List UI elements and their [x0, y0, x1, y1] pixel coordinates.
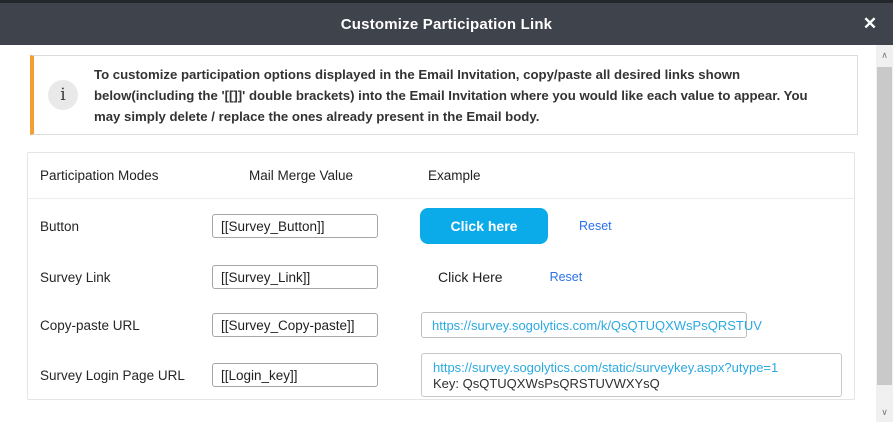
table-row-copy-paste-url: Copy-paste URL https://survey.sogolytics…	[28, 301, 854, 349]
scroll-up-icon[interactable]: ∧	[876, 47, 893, 63]
example-login-url-link[interactable]: https://survey.sogolytics.com/static/sur…	[433, 360, 830, 375]
merge-input-survey-button[interactable]	[212, 214, 378, 238]
row-label-login-page-url: Survey Login Page URL	[28, 368, 212, 383]
close-icon[interactable]: ✕	[858, 12, 882, 36]
vertical-scrollbar[interactable]: ∧ ∨	[876, 45, 893, 422]
example-login-url-box: https://survey.sogolytics.com/static/sur…	[421, 353, 842, 397]
table-row-survey-link: Survey Link Click Here Reset	[28, 253, 854, 301]
row-label-button: Button	[28, 219, 212, 234]
row-label-survey-link: Survey Link	[28, 270, 212, 285]
scroll-down-icon[interactable]: ∨	[876, 404, 893, 420]
merge-input-login-key[interactable]	[212, 363, 378, 387]
example-survey-url-link[interactable]: https://survey.sogolytics.com/k/QsQTUQXW…	[432, 318, 762, 333]
table-header-row: Participation Modes Mail Merge Value Exa…	[28, 153, 854, 199]
example-url-box: https://survey.sogolytics.com/k/QsQTUQXW…	[421, 312, 747, 338]
reset-link-survey-link-row[interactable]: Reset	[550, 270, 583, 284]
example-click-here-button[interactable]: Click here	[420, 208, 548, 244]
participation-table: Participation Modes Mail Merge Value Exa…	[27, 152, 855, 400]
header-mail-merge-value: Mail Merge Value	[212, 168, 420, 183]
merge-input-survey-link[interactable]	[212, 265, 378, 289]
table-row-button: Button Click here Reset	[28, 199, 854, 253]
row-label-copy-paste-url: Copy-paste URL	[28, 318, 212, 333]
example-login-key-text: Key: QsQTUQXWsPsQRSTUVWXYsQ	[433, 376, 830, 391]
reset-link-button-row[interactable]: Reset	[579, 219, 612, 233]
example-click-here-link[interactable]: Click Here	[438, 269, 503, 285]
info-icon: i	[48, 80, 78, 110]
modal-body: i To customize participation options dis…	[0, 45, 876, 422]
merge-input-copy-paste[interactable]	[212, 313, 378, 337]
info-text: To customize participation options displ…	[94, 64, 833, 127]
header-example: Example	[420, 168, 854, 183]
scrollbar-thumb[interactable]	[877, 67, 892, 385]
header-participation-modes: Participation Modes	[28, 168, 212, 183]
modal-title: Customize Participation Link	[341, 16, 552, 33]
info-banner: i To customize participation options dis…	[30, 55, 858, 135]
modal-header: Customize Participation Link ✕	[0, 3, 893, 45]
table-row-login-page-url: Survey Login Page URL https://survey.sog…	[28, 349, 854, 401]
